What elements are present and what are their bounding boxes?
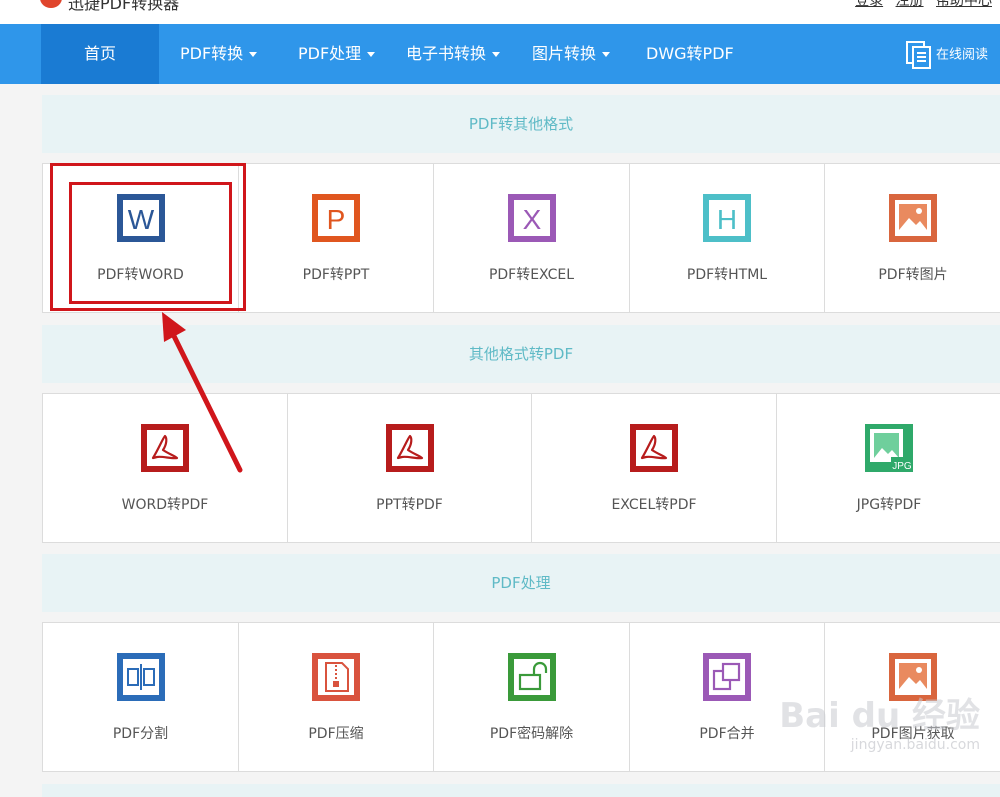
tool-grid-pdf-to-other: W PDF转WORD P PDF转PPT X PDF转EXCEL H PDF转H… bbox=[42, 163, 1000, 313]
tool-pdf-unlock[interactable]: PDF密码解除 bbox=[434, 623, 630, 771]
help-link[interactable]: 帮助中心 bbox=[936, 0, 992, 9]
nav-ebook-convert-label: 电子书转换 bbox=[406, 44, 487, 63]
excel-icon: X bbox=[507, 194, 556, 242]
tool-pdf-to-html[interactable]: H PDF转HTML bbox=[630, 164, 825, 312]
tool-label: PDF分割 bbox=[112, 726, 169, 742]
tool-label: JPG转PDF bbox=[856, 497, 922, 513]
next-section-header bbox=[42, 784, 1000, 797]
pdf-icon bbox=[630, 424, 678, 472]
tool-label: PDF压缩 bbox=[308, 726, 364, 742]
section-header-pdf-process: PDF处理 bbox=[42, 554, 1000, 612]
html-icon: H bbox=[703, 194, 751, 242]
app-logo-text: 迅捷PDF转换器 bbox=[68, 0, 180, 13]
nav-dwg-to-pdf[interactable]: DWG转PDF bbox=[646, 24, 734, 84]
tool-jpg-to-pdf[interactable]: JPG JPG转PDF bbox=[777, 394, 1000, 542]
section-header-pdf-to-other: PDF转其他格式 bbox=[42, 95, 1000, 153]
chevron-down-icon bbox=[249, 52, 258, 57]
nav-pdf-process-label: PDF处理 bbox=[298, 44, 362, 63]
excel-icon-letter: X bbox=[522, 204, 541, 235]
tool-label: PDF转HTML bbox=[686, 267, 768, 283]
tool-pdf-compress[interactable]: PDF压缩 bbox=[239, 623, 434, 771]
nav-image-convert[interactable]: 图片转换 bbox=[532, 24, 611, 84]
word-icon-letter: W bbox=[127, 204, 154, 235]
register-link[interactable]: 注册 bbox=[896, 0, 924, 9]
tool-pdf-to-ppt[interactable]: P PDF转PPT bbox=[239, 164, 434, 312]
nav-pdf-convert-label: PDF转换 bbox=[180, 44, 244, 63]
jpg-icon-text: JPG bbox=[892, 461, 912, 472]
main-nav: 首页 PDF转换 PDF处理 电子书转换 图片转换 DWG转PDF 在线阅读 bbox=[0, 24, 1000, 84]
tool-word-to-pdf[interactable]: WORD转PDF bbox=[43, 394, 288, 542]
tool-ppt-to-pdf[interactable]: PPT转PDF bbox=[288, 394, 532, 542]
chevron-down-icon bbox=[602, 52, 611, 57]
nav-pdf-process[interactable]: PDF处理 bbox=[298, 24, 376, 84]
nav-pdf-convert[interactable]: PDF转换 bbox=[180, 24, 258, 84]
image-icon bbox=[889, 194, 937, 242]
tool-pdf-to-image[interactable]: PDF转图片 bbox=[825, 164, 1000, 312]
tool-label: WORD转PDF bbox=[121, 497, 209, 513]
chevron-down-icon bbox=[492, 52, 501, 57]
ppt-icon-letter: P bbox=[327, 204, 346, 235]
compress-icon bbox=[312, 653, 360, 701]
image-icon bbox=[889, 653, 937, 701]
html-icon-letter: H bbox=[717, 204, 737, 235]
tool-grid-other-to-pdf: WORD转PDF PPT转PDF EXCEL转PDF JPG JPG转PDF bbox=[42, 393, 1000, 543]
tool-label: PDF密码解除 bbox=[489, 726, 574, 742]
jpg-icon: JPG bbox=[865, 424, 913, 472]
tool-pdf-to-excel[interactable]: X PDF转EXCEL bbox=[434, 164, 630, 312]
tool-pdf-split[interactable]: PDF分割 bbox=[43, 623, 239, 771]
tool-label: PDF图片获取 bbox=[871, 726, 955, 742]
top-bar: 迅捷PDF转换器 登录 注册 帮助中心 bbox=[0, 0, 1000, 24]
nav-home[interactable]: 首页 bbox=[41, 24, 159, 84]
document-list-icon bbox=[905, 41, 931, 69]
tool-label: PDF转EXCEL bbox=[488, 267, 575, 283]
tool-label: PDF合并 bbox=[699, 726, 755, 742]
tool-excel-to-pdf[interactable]: EXCEL转PDF bbox=[532, 394, 777, 542]
section-header-other-to-pdf: 其他格式转PDF bbox=[42, 325, 1000, 383]
tool-label: PDF转PPT bbox=[302, 267, 370, 283]
split-icon bbox=[116, 653, 165, 701]
merge-icon bbox=[703, 653, 751, 701]
tool-grid-pdf-process: PDF分割 PDF压缩 PDF密码解除 PDF合并 PDF图片获取 bbox=[42, 622, 1000, 772]
read-online-button[interactable]: 在线阅读 bbox=[905, 41, 988, 69]
nav-ebook-convert[interactable]: 电子书转换 bbox=[406, 24, 501, 84]
unlock-icon bbox=[507, 653, 556, 701]
word-icon: W bbox=[116, 194, 165, 242]
top-links: 登录 注册 帮助中心 bbox=[847, 0, 992, 10]
tool-pdf-to-word[interactable]: W PDF转WORD bbox=[43, 164, 239, 312]
login-link[interactable]: 登录 bbox=[855, 0, 883, 9]
nav-dwg-to-pdf-label: DWG转PDF bbox=[646, 44, 734, 63]
read-online-label: 在线阅读 bbox=[935, 47, 988, 63]
nav-image-convert-label: 图片转换 bbox=[532, 44, 597, 63]
tool-label: PDF转图片 bbox=[878, 267, 948, 283]
tool-label: PDF转WORD bbox=[97, 267, 184, 283]
pdf-icon bbox=[141, 424, 189, 472]
chevron-down-icon bbox=[367, 52, 376, 57]
app-logo-icon bbox=[40, 0, 62, 8]
nav-home-label: 首页 bbox=[83, 44, 116, 63]
ppt-icon: P bbox=[312, 194, 360, 242]
tool-label: EXCEL转PDF bbox=[611, 497, 697, 513]
tool-label: PPT转PDF bbox=[376, 497, 443, 513]
tool-pdf-image-extract[interactable]: PDF图片获取 bbox=[825, 623, 1000, 771]
tool-pdf-merge[interactable]: PDF合并 bbox=[630, 623, 825, 771]
pdf-icon bbox=[385, 424, 434, 472]
